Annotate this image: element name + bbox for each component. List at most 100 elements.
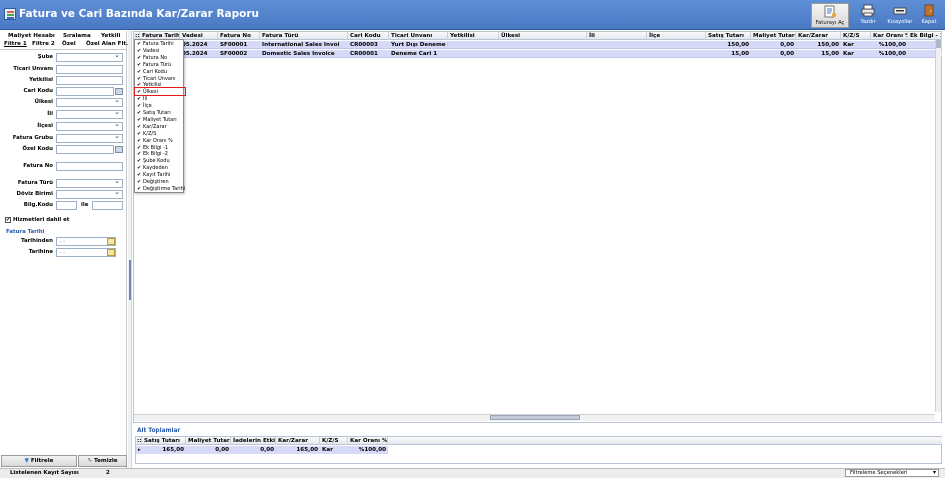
tab-filter-2[interactable]: Filtre 2 [32,41,55,48]
column-toggle-item[interactable]: ✔ Ticari Unvanı [137,76,176,83]
currency-select[interactable] [56,188,123,199]
tab-authorized[interactable]: Yetkili [101,33,120,40]
invoice-type-select[interactable] [56,177,123,188]
cell-sales-amount: 150,00 [727,42,749,48]
vertical-scrollbar-thumb[interactable] [936,40,941,48]
subtotals-column-header[interactable]: Kar Oranı % [348,437,388,445]
invoice-type-label: Fatura Türü [17,180,53,186]
column-toggle-item[interactable]: ✔ Maliyet Tutarı [137,117,177,124]
tab-special-field-filter[interactable]: Özel Alan Flt. [86,41,128,48]
record-count-value: 2 [106,470,110,476]
panel-splitter[interactable] [128,31,132,468]
column-header[interactable]: Fatura No [218,32,260,40]
column-toggle-item[interactable]: ✔ Ek Bilgi -1 [137,145,168,152]
column-toggle-item[interactable]: ✔ Değiştiren [137,179,169,186]
column-toggle-item[interactable]: ✔ Şube Kodu [137,158,170,165]
table-row[interactable]: 05.2024 SF00002 Domestic Sales Invoice C… [134,50,942,58]
column-header[interactable]: Fatura Türü [260,32,348,40]
column-header[interactable]: Cari Kodu [348,32,389,40]
column-header[interactable]: Kar Oranı % [871,32,908,40]
invoice-no-input[interactable] [56,162,123,171]
column-toggle-item[interactable]: ✔ Vadesi [137,48,159,55]
print-button[interactable]: Yazdır [851,3,885,28]
column-header[interactable]: İlçe [647,32,706,40]
column-header[interactable]: Ticari Unvanı [389,32,448,40]
column-toggle-label: Kayıt Tarihi [143,172,171,179]
branch-select[interactable] [56,51,123,62]
column-header[interactable]: Vadesi [180,32,218,40]
trade-name-input[interactable] [56,65,123,74]
invoice-group-select[interactable] [56,132,123,143]
cell-sales-amount: 15,00 [731,51,749,57]
account-lookup-icon[interactable] [115,88,123,95]
tab-cost-calculation[interactable]: Maliyet Hesabı [8,33,55,40]
calendar-icon[interactable] [107,238,115,245]
tab-special[interactable]: Özel [62,41,76,48]
subtotals-column-header[interactable]: Kar/Zarar [276,437,320,445]
province-select[interactable] [56,108,123,119]
cell-invoice-type: International Sales Invoi [262,42,340,48]
district-select[interactable] [56,120,123,131]
column-header[interactable]: Satış Tutarı [706,32,751,40]
subtotals-row[interactable]: ▸ 165,00 0,00 0,00 165,00 Kar %100,00 [136,446,388,454]
column-toggle-item[interactable]: ✔ Fatura Tarihi [137,41,174,48]
column-header[interactable]: Ek Bilgi - 1 [908,32,942,40]
column-toggle-item[interactable]: ✔ Kayıt Tarihi [137,172,170,179]
special-code-lookup-icon[interactable] [115,146,123,153]
column-toggle-item[interactable]: ✔ Fatura No [137,55,167,62]
special-code-input[interactable] [56,145,114,154]
clear-button[interactable]: ✎ Temizle [78,455,127,467]
splitter-handle[interactable] [129,260,131,300]
column-toggle-item[interactable]: ✔ Cari Kodu [137,69,167,76]
authorized-person-input[interactable] [56,76,123,85]
info-code-to-input[interactable] [92,201,123,210]
filter-button[interactable]: ▼ Filtrele [1,455,77,467]
subtotals-column-header[interactable]: İadelerin Etkisi [231,437,276,445]
include-services-checkbox[interactable]: ✔ [5,217,11,223]
subtotals-column-header[interactable]: K/Z/S [320,437,348,445]
subtotals-grid: :: Satış Tutarı Maliyet Tutarı İadelerin… [135,436,942,464]
column-toggle-item[interactable]: ✔ Satış Tutarı [137,110,171,117]
open-invoice-button[interactable]: Faturayı Aç [811,3,849,28]
column-toggle-label: Kaydeden [143,165,168,172]
column-toggle-item[interactable]: ✔ K/Z/S [137,131,156,138]
tab-divider [0,49,126,50]
column-toggle-item[interactable]: ✔ Kar Oranı % [137,138,173,145]
column-toggle-item[interactable]: ✔ Fatura Türü [137,62,171,69]
total-sales-amount: 165,00 [162,447,184,453]
column-toggle-item[interactable]: ✔ Kar/Zarar [137,124,167,131]
subtotals-column-header[interactable]: Satış Tutarı [142,437,186,445]
column-toggle-item[interactable]: ✔ İlçe [137,103,152,110]
close-button[interactable]: Kapat [915,3,943,28]
column-header[interactable]: Maliyet Tutarı [751,32,796,40]
column-header[interactable]: Ülkesi [499,32,587,40]
cell-invoice-type: Domestic Sales Invoice [262,51,335,57]
column-toggle-item[interactable]: ✔ Ek Bilgi -2 [137,151,168,158]
column-header[interactable]: K/Z/S [841,32,871,40]
column-toggle-label: Vadesi [143,47,160,54]
column-header[interactable]: İli [587,32,647,40]
invoice-date-section-title: Fatura Tarihi [6,229,45,235]
subtotals-column-header[interactable]: Maliyet Tutarı [186,437,231,445]
vertical-scrollbar[interactable] [935,40,941,412]
shortcuts-button[interactable]: Kısayollar [883,3,917,28]
column-toggle-item[interactable]: ✔ Kaydeden [137,165,168,172]
column-header[interactable]: Kar/Zarar [796,32,841,40]
keyboard-icon [893,7,907,15]
horizontal-scrollbar-thumb[interactable] [490,415,580,420]
shortcuts-label: Kısayollar [887,19,913,25]
tab-filter-1[interactable]: Filtre 1 [4,41,27,48]
info-code-from-input[interactable] [56,201,77,210]
open-invoice-label: Faturayı Aç [815,20,845,26]
report-grid: :: Fatura Tarihi Vadesi Fatura No Fatura… [133,31,942,423]
country-select[interactable] [56,96,123,107]
filter-panel: Maliyet Hesabı Sıralama Yetkili Filtre 1… [0,31,128,468]
column-toggle-label: İlçe [143,103,152,110]
column-header[interactable]: Yetkilisi [448,32,499,40]
column-toggle-item[interactable]: ✔ Değiştirme Tarihi [137,186,185,193]
table-row[interactable]: 05.2024 SF00001 International Sales Invo… [134,41,942,49]
tab-sorting[interactable]: Sıralama [63,33,91,40]
filter-options-dropdown[interactable]: Filtreleme Seçenekleri [845,469,939,477]
calendar-icon[interactable] [107,249,115,256]
account-code-input[interactable] [56,87,114,96]
